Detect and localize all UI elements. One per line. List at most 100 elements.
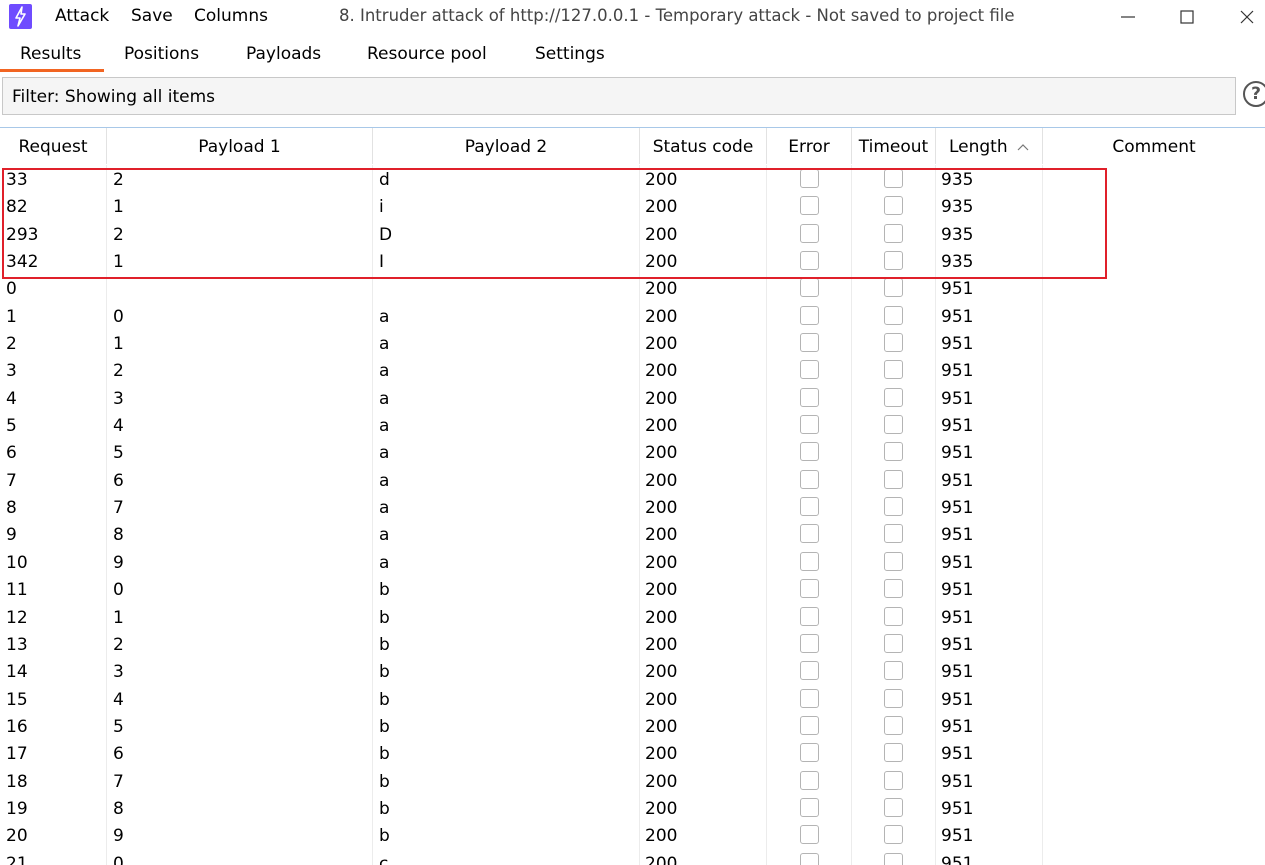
header-status-code[interactable]: Status code	[640, 128, 767, 164]
tab-payloads[interactable]: Payloads	[246, 44, 321, 64]
error-checkbox[interactable]	[800, 278, 819, 298]
tab-results[interactable]: Results	[20, 44, 81, 64]
header-payload-2[interactable]: Payload 2	[373, 128, 640, 164]
timeout-checkbox[interactable]	[884, 579, 903, 599]
table-row[interactable]: 16 5 b 200 951	[0, 714, 1265, 741]
timeout-checkbox[interactable]	[884, 825, 903, 845]
error-checkbox[interactable]	[800, 497, 819, 517]
table-row[interactable]: 82 1 i 200 935	[0, 194, 1265, 221]
error-checkbox[interactable]	[800, 797, 819, 817]
table-row[interactable]: 4 3 a 200 951	[0, 386, 1265, 413]
menu-columns[interactable]: Columns	[194, 6, 268, 26]
tab-resource-pool[interactable]: Resource pool	[367, 44, 487, 64]
cell-request: 17	[6, 744, 28, 765]
timeout-checkbox[interactable]	[884, 278, 903, 298]
timeout-checkbox[interactable]	[884, 251, 903, 271]
table-row[interactable]: 14 3 b 200 951	[0, 659, 1265, 686]
timeout-checkbox[interactable]	[884, 305, 903, 325]
error-checkbox[interactable]	[800, 415, 819, 435]
error-checkbox[interactable]	[800, 442, 819, 462]
table-row[interactable]: 293 2 D 200 935	[0, 222, 1265, 249]
timeout-checkbox[interactable]	[884, 852, 903, 865]
menu-save[interactable]: Save	[131, 6, 173, 26]
header-request[interactable]: Request	[0, 128, 107, 164]
table-row[interactable]: 18 7 b 200 951	[0, 769, 1265, 796]
menu-attack[interactable]: Attack	[55, 6, 109, 26]
timeout-checkbox[interactable]	[884, 715, 903, 735]
table-row[interactable]: 12 1 b 200 951	[0, 605, 1265, 632]
table-row[interactable]: 8 7 a 200 951	[0, 495, 1265, 522]
header-length[interactable]: Length	[936, 128, 1043, 164]
table-row[interactable]: 33 2 d 200 935	[0, 167, 1265, 194]
table-row[interactable]: 20 9 b 200 951	[0, 823, 1265, 850]
error-checkbox[interactable]	[800, 633, 819, 653]
error-checkbox[interactable]	[800, 579, 819, 599]
error-checkbox[interactable]	[800, 688, 819, 708]
maximize-button[interactable]	[1164, 0, 1210, 34]
timeout-checkbox[interactable]	[884, 415, 903, 435]
error-checkbox[interactable]	[800, 715, 819, 735]
tab-positions[interactable]: Positions	[124, 44, 199, 64]
table-row[interactable]: 7 6 a 200 951	[0, 468, 1265, 495]
table-row[interactable]: 5 4 a 200 951	[0, 413, 1265, 440]
table-row[interactable]: 342 1 I 200 935	[0, 249, 1265, 276]
table-row[interactable]: 11 0 b 200 951	[0, 577, 1265, 604]
error-checkbox[interactable]	[800, 333, 819, 353]
timeout-checkbox[interactable]	[884, 497, 903, 517]
timeout-checkbox[interactable]	[884, 442, 903, 462]
header-error[interactable]: Error	[767, 128, 852, 164]
table-row[interactable]: 10 9 a 200 951	[0, 550, 1265, 577]
timeout-checkbox[interactable]	[884, 661, 903, 681]
error-checkbox[interactable]	[800, 743, 819, 763]
error-checkbox[interactable]	[800, 469, 819, 489]
error-checkbox[interactable]	[800, 825, 819, 845]
table-row[interactable]: 19 8 b 200 951	[0, 796, 1265, 823]
timeout-checkbox[interactable]	[884, 333, 903, 353]
error-checkbox[interactable]	[800, 305, 819, 325]
table-row[interactable]: 9 8 a 200 951	[0, 522, 1265, 549]
error-checkbox[interactable]	[800, 524, 819, 544]
error-checkbox[interactable]	[800, 606, 819, 626]
error-checkbox[interactable]	[800, 551, 819, 571]
timeout-checkbox[interactable]	[884, 196, 903, 216]
table-row[interactable]: 13 2 b 200 951	[0, 632, 1265, 659]
timeout-checkbox[interactable]	[884, 797, 903, 817]
timeout-checkbox[interactable]	[884, 633, 903, 653]
table-row[interactable]: 1 0 a 200 951	[0, 304, 1265, 331]
error-checkbox[interactable]	[800, 196, 819, 216]
minimize-button[interactable]	[1105, 0, 1151, 34]
timeout-checkbox[interactable]	[884, 387, 903, 407]
timeout-checkbox[interactable]	[884, 551, 903, 571]
timeout-checkbox[interactable]	[884, 770, 903, 790]
table-row[interactable]: 15 4 b 200 951	[0, 687, 1265, 714]
help-icon[interactable]: ?	[1243, 81, 1265, 107]
timeout-checkbox[interactable]	[884, 223, 903, 243]
table-row[interactable]: 2 1 a 200 951	[0, 331, 1265, 358]
timeout-checkbox[interactable]	[884, 743, 903, 763]
error-checkbox[interactable]	[800, 852, 819, 865]
error-checkbox[interactable]	[800, 387, 819, 407]
error-checkbox[interactable]	[800, 770, 819, 790]
header-payload-1[interactable]: Payload 1	[107, 128, 373, 164]
table-row[interactable]: 21 0 c 200 951	[0, 851, 1265, 865]
error-checkbox[interactable]	[800, 223, 819, 243]
error-checkbox[interactable]	[800, 251, 819, 271]
error-checkbox[interactable]	[800, 169, 819, 188]
table-row[interactable]: 6 5 a 200 951	[0, 440, 1265, 467]
table-row[interactable]: 0 200 951	[0, 276, 1265, 303]
header-timeout[interactable]: Timeout	[852, 128, 936, 164]
header-comment[interactable]: Comment	[1043, 128, 1265, 164]
timeout-checkbox[interactable]	[884, 469, 903, 489]
table-row[interactable]: 3 2 a 200 951	[0, 358, 1265, 385]
timeout-checkbox[interactable]	[884, 688, 903, 708]
error-checkbox[interactable]	[800, 661, 819, 681]
table-row[interactable]: 17 6 b 200 951	[0, 741, 1265, 768]
tab-settings[interactable]: Settings	[535, 44, 605, 64]
timeout-checkbox[interactable]	[884, 169, 903, 188]
error-checkbox[interactable]	[800, 360, 819, 380]
timeout-checkbox[interactable]	[884, 606, 903, 626]
filter-bar[interactable]: Filter: Showing all items	[2, 77, 1236, 115]
timeout-checkbox[interactable]	[884, 360, 903, 380]
timeout-checkbox[interactable]	[884, 524, 903, 544]
close-button[interactable]	[1224, 0, 1265, 34]
